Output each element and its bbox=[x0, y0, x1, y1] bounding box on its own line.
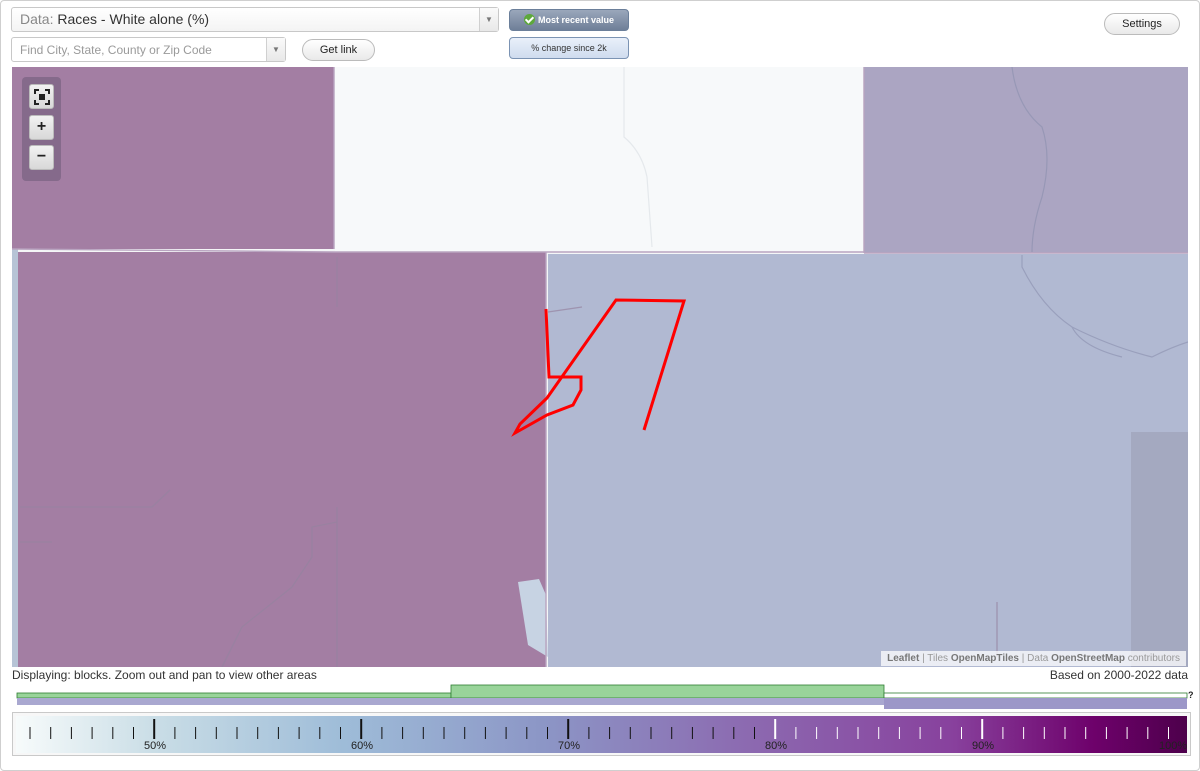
zoom-control: + − bbox=[22, 77, 61, 181]
data-select-prefix: Data: bbox=[20, 11, 54, 27]
block-right-edge bbox=[1131, 432, 1188, 667]
data-select-value: Races - White alone (%) bbox=[57, 11, 210, 27]
legend-ticks bbox=[29, 719, 1169, 739]
hist-range-gap bbox=[17, 705, 884, 709]
settings-button[interactable]: Settings bbox=[1104, 13, 1180, 35]
block-top-middle bbox=[335, 67, 863, 252]
displaying-note: Displaying: blocks. Zoom out and pan to … bbox=[12, 668, 317, 682]
hist-peak bbox=[450, 684, 885, 699]
chevron-down-icon[interactable]: ▼ bbox=[479, 8, 498, 31]
distribution-bar bbox=[16, 684, 1188, 709]
fullscreen-button[interactable] bbox=[29, 84, 54, 109]
openstreetmap-link[interactable]: OpenStreetMap bbox=[1051, 653, 1125, 664]
legend-label-70: 70% bbox=[558, 740, 581, 752]
hist-base-right bbox=[883, 692, 1188, 699]
legend-label-100: 100% bbox=[1159, 740, 1188, 752]
data-prefix: | Data bbox=[1021, 653, 1049, 664]
block-bottom-right bbox=[548, 254, 1188, 667]
hist-range-extra bbox=[884, 698, 1187, 709]
fullscreen-icon bbox=[33, 89, 50, 105]
search-input[interactable] bbox=[12, 38, 270, 61]
chevron-down-icon[interactable]: ▼ bbox=[266, 38, 285, 61]
tiles-prefix: | Tiles bbox=[922, 653, 949, 664]
legend-label-60: 60% bbox=[351, 740, 374, 752]
most-recent-button[interactable]: Most recent value bbox=[509, 9, 629, 31]
block-top-right bbox=[864, 67, 1188, 253]
legend-label-80: 80% bbox=[765, 740, 788, 752]
most-recent-label: Most recent value bbox=[537, 15, 615, 25]
block-bottom-left bbox=[18, 252, 546, 667]
location-search[interactable]: ▼ bbox=[11, 37, 286, 62]
zoom-in-button[interactable]: + bbox=[29, 115, 54, 140]
help-icon[interactable]: ? bbox=[1188, 690, 1194, 700]
contributors-text: contributors bbox=[1127, 653, 1180, 664]
block-left-strip bbox=[12, 249, 18, 667]
map-view[interactable]: + − Leaflet | Tiles OpenMapTiles | Data … bbox=[12, 67, 1188, 667]
data-range-note: Based on 2000-2022 data bbox=[1049, 668, 1188, 682]
map-canvas[interactable] bbox=[12, 67, 1188, 667]
map-attribution: Leaflet | Tiles OpenMapTiles | Data Open… bbox=[881, 651, 1186, 666]
data-select[interactable]: Data: Races - White alone (%) ▼ bbox=[11, 7, 499, 32]
legend-label-90: 90% bbox=[972, 740, 995, 752]
zoom-out-button[interactable]: − bbox=[29, 145, 54, 170]
change-since-2k-button[interactable]: % change since 2k bbox=[509, 37, 629, 59]
legend-gradient bbox=[16, 716, 1187, 753]
get-link-button[interactable]: Get link bbox=[302, 39, 375, 61]
check-icon bbox=[523, 14, 535, 25]
leaflet-link[interactable]: Leaflet bbox=[887, 653, 919, 664]
color-legend: 50% 60% 70% 80% 90% 100% bbox=[12, 712, 1191, 756]
hist-base-left bbox=[16, 692, 452, 699]
openmaptiles-link[interactable]: OpenMapTiles bbox=[951, 653, 1019, 664]
legend-label-50: 50% bbox=[144, 740, 167, 752]
